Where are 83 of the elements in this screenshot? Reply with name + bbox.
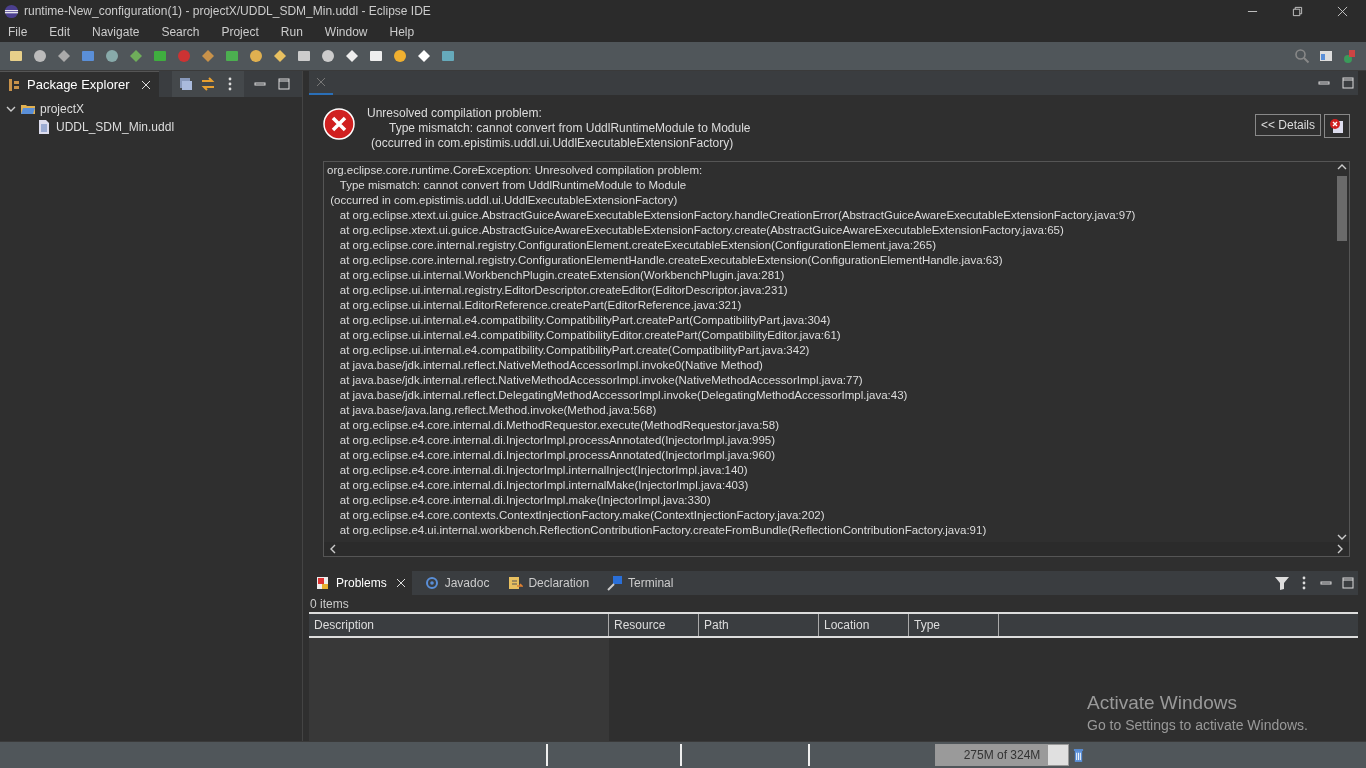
stack-trace-line: at org.eclipse.xtext.ui.guice.AbstractGuiceAwareExecutableExtensionFactory.create(AbstractGuiceAwareExecutableExtensionFactory.java:65) <box>338 223 1065 238</box>
horizontal-scrollbar[interactable] <box>324 542 1349 556</box>
stack-trace-line: at org.eclipse.ui.internal.EditorReference.createPart(EditorReference.java:321) <box>338 298 743 313</box>
memory-usage-text: 275M of 324M <box>963 748 1041 762</box>
column-header[interactable]: Type <box>909 614 999 636</box>
restore-icon[interactable] <box>1292 5 1303 17</box>
menu-item[interactable]: Navigate <box>92 25 140 39</box>
at-sign-icon <box>423 575 440 591</box>
menu-item[interactable]: Project <box>221 25 259 39</box>
package-explorer-tab[interactable]: Package Explorer <box>0 70 159 98</box>
maximize-icon[interactable] <box>276 76 292 92</box>
scroll-right-icon[interactable] <box>1335 544 1345 554</box>
stack-trace-area[interactable] <box>323 161 1350 557</box>
menu-item[interactable]: File <box>8 25 28 39</box>
stack-trace-line: at org.eclipse.ui.internal.WorkbenchPlugin.createExtension(WorkbenchPlugin.java:281) <box>338 268 786 283</box>
stack-trace-line: at org.eclipse.e4.core.internal.di.InjectorImpl.internalInject(InjectorImpl.java:140) <box>338 463 749 478</box>
package-explorer-icon <box>6 76 22 93</box>
column-header[interactable]: Location <box>819 614 909 636</box>
stack-trace-line: at org.eclipse.e4.core.internal.di.InjectorImpl.internalMake(InjectorImpl.java:403) <box>338 478 750 493</box>
stack-trace-line: at org.eclipse.xtext.ui.guice.AbstractGuiceAwareExecutableExtensionFactory.handleCreationError(AbstractGuiceAwareExecutableExtensionFactory.java:97) <box>338 208 1137 223</box>
menu-item[interactable]: Help <box>389 25 415 39</box>
view-tab[interactable]: Terminal <box>601 571 680 595</box>
filter-icon[interactable] <box>1274 575 1290 591</box>
tree-item[interactable]: UDDL_SDM_Min.uddl <box>6 118 302 136</box>
details-button[interactable]: << Details <box>1254 114 1321 136</box>
link-icon[interactable] <box>200 76 216 92</box>
tree-item[interactable]: projectX <box>6 100 302 118</box>
view-tab[interactable]: Declaration <box>501 571 596 595</box>
stack-trace-line: at org.eclipse.e4.core.contexts.ContextInjectionFactory.make(ContextInjectionFactory.java:202) <box>338 508 826 523</box>
problems-icon <box>315 575 331 591</box>
scroll-up-icon[interactable] <box>1337 162 1347 172</box>
error-origin: (occurred in com.epistimis.uddl.ui.UddlExecutableExtensionFactory) <box>370 136 735 151</box>
stack-trace-line: at org.eclipse.ui.internal.e4.compatibility.CompatibilityEditor.createPart(CompatibilityEditor.java:61) <box>338 328 842 343</box>
column-header[interactable]: Path <box>699 614 819 636</box>
stack-trace-line: at java.base/jdk.internal.reflect.DelegatingMethodAccessorImpl.invoke(DelegatingMethodAccessorImpl.java:43) <box>338 388 909 403</box>
column-header[interactable]: Resource <box>609 614 699 636</box>
error-icon <box>323 108 355 140</box>
item-count: 0 items <box>309 596 350 612</box>
column-header[interactable]: Description <box>309 614 609 636</box>
stack-trace-line: at org.eclipse.e4.core.internal.di.InjectorImpl.processAnnotated(InjectorImpl.java:995) <box>338 433 777 448</box>
error-log-button[interactable] <box>1324 114 1350 138</box>
menu-item[interactable]: Edit <box>49 25 71 39</box>
activation-title: Activate Windows <box>1087 692 1238 714</box>
stack-trace-line: Type mismatch: cannot convert from UddlRuntimeModule to Module <box>338 178 688 193</box>
error-title: Unresolved compilation problem: <box>367 106 543 121</box>
memory-monitor[interactable]: 275M of 324M <box>935 744 1069 766</box>
stack-trace-line: at java.base/jdk.internal.reflect.NativeMethodAccessorImpl.invoke(NativeMethodAccessorImpl.java:77) <box>338 373 864 388</box>
collapse-all-icon[interactable] <box>178 76 194 92</box>
stack-trace-line: at org.eclipse.e4.core.internal.di.InjectorImpl.processAnnotated(InjectorImpl.java:960) <box>338 448 777 463</box>
trash-icon[interactable] <box>1073 747 1084 763</box>
stack-trace-line: at org.eclipse.core.internal.registry.ConfigurationElement.createExecutableExtension(ConfigurationElement.java:265) <box>338 238 937 253</box>
stack-trace-line: at java.base/jdk.internal.reflect.NativeMethodAccessorImpl.invoke0(Native Method) <box>338 358 764 373</box>
stack-trace-line: at org.eclipse.core.internal.registry.ConfigurationElementHandle.createExecutableExtension(ConfigurationElementHandle.java:63) <box>338 253 1004 268</box>
stack-trace-line: at org.eclipse.ui.internal.registry.EditorDescriptor.createEditor(EditorDescriptor.java:231) <box>338 283 789 298</box>
stack-trace-line: (occurred in com.epistimis.uddl.ui.UddlExecutableExtensionFactory) <box>329 193 679 208</box>
file-icon <box>36 119 52 135</box>
error-log-icon <box>1329 118 1345 134</box>
scroll-down-icon[interactable] <box>1337 532 1347 542</box>
activation-hint: Go to Settings to activate Windows. <box>1087 717 1308 733</box>
scroll-left-icon[interactable] <box>328 544 338 554</box>
close-icon[interactable] <box>1337 5 1348 17</box>
stack-trace-line: org.eclipse.core.runtime.CoreException: Unresolved compilation problem: <box>327 163 704 178</box>
chevron-icon[interactable] <box>6 104 16 114</box>
vertical-scrollbar[interactable] <box>1335 162 1349 542</box>
stack-trace-line: at org.eclipse.ui.internal.e4.compatibility.CompatibilityPart.createPart(CompatibilityPart.java:304) <box>338 313 832 328</box>
menu-item[interactable]: Search <box>161 25 200 39</box>
declaration-icon <box>507 575 524 591</box>
maximize-icon[interactable] <box>1340 575 1356 591</box>
menu-item[interactable]: Run <box>280 25 303 39</box>
menu-item[interactable]: Window <box>324 25 368 39</box>
eclipse-logo-icon <box>4 3 19 19</box>
view-tab[interactable]: Problems <box>309 571 412 595</box>
stack-trace-line: at org.eclipse.e4.core.internal.di.InjectorImpl.make(InjectorImpl.java:330) <box>338 493 712 508</box>
perspective-icon[interactable] <box>1318 48 1334 64</box>
window-title: runtime-New_configuration(1) - projectX/UDDL_SDM_Min.uddl - Eclipse IDE <box>24 4 431 18</box>
stack-trace-line: at org.eclipse.ui.internal.e4.compatibility.CompatibilityPart.create(CompatibilityPart.java:342) <box>338 343 811 358</box>
stack-trace-line: at org.eclipse.e4.ui.internal.workbench.ReflectionContributionFactory.createFromBundle(ReflectionContributionFactory.java:91) <box>338 523 988 538</box>
scrollbar-thumb[interactable] <box>1337 176 1347 241</box>
stack-trace-line: at java.base/java.lang.reflect.Method.invoke(Method.java:568) <box>338 403 658 418</box>
stack-trace-line: at org.eclipse.e4.core.internal.di.MethodRequestor.execute(MethodRequestor.java:58) <box>338 418 780 433</box>
error-message: Type mismatch: cannot convert from UddlRuntimeModule to Module <box>388 121 751 136</box>
view-tab[interactable]: Javadoc <box>417 571 496 595</box>
maximize-icon[interactable] <box>1340 75 1356 91</box>
